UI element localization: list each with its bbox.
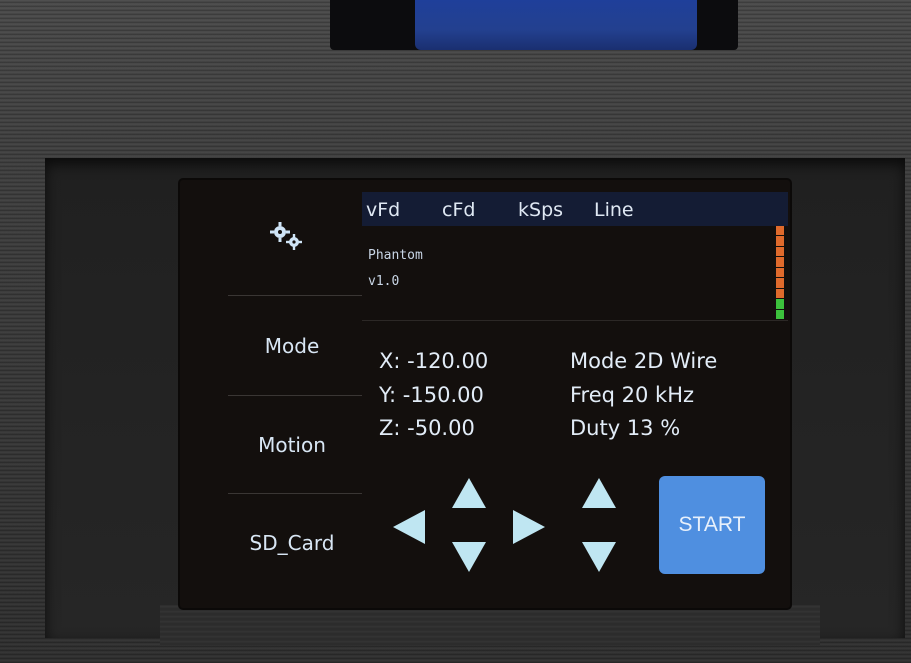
bezel-lower-ledge xyxy=(160,605,820,645)
y-position: Y: -150.00 xyxy=(379,383,484,407)
gears-icon[interactable] xyxy=(268,220,308,254)
sidebar: Mode Motion SD_Card xyxy=(180,180,362,608)
sidebar-item-label: SD_Card xyxy=(249,531,335,555)
sidebar-item-motion[interactable]: Motion xyxy=(222,396,362,494)
status-divider xyxy=(362,320,788,321)
frequency-readout: Freq 20 kHz xyxy=(570,383,695,407)
tab-ksps[interactable]: kSps xyxy=(518,199,563,221)
duty-readout: Duty 13 % xyxy=(570,416,681,440)
tab-vfd[interactable]: vFd xyxy=(366,199,400,221)
sidebar-item-label: Motion xyxy=(258,433,326,457)
x-position: X: -120.00 xyxy=(379,349,489,373)
z-down-arrow-icon[interactable] xyxy=(580,540,618,574)
mode-readout: Mode 2D Wire xyxy=(570,349,718,373)
lcd-screen: Mode Motion SD_Card vFd cFd kSps Line Ph… xyxy=(180,180,790,608)
header-bar: vFd cFd kSps Line xyxy=(362,192,788,226)
right-arrow-icon[interactable] xyxy=(511,508,547,546)
sidebar-item-label: Mode xyxy=(264,334,320,358)
device-name: Phantom xyxy=(368,248,423,263)
sidebar-item-mode[interactable]: Mode xyxy=(222,297,362,395)
firmware-version: v1.0 xyxy=(368,274,400,289)
down-arrow-icon[interactable] xyxy=(450,540,488,574)
sidebar-divider xyxy=(228,295,362,296)
sidebar-item-sd-card[interactable]: SD_Card xyxy=(222,494,362,592)
start-button[interactable]: START xyxy=(659,476,765,574)
z-up-arrow-icon[interactable] xyxy=(580,476,618,510)
left-arrow-icon[interactable] xyxy=(391,508,427,546)
top-connector xyxy=(415,0,697,50)
signal-level-meter xyxy=(776,226,784,320)
tab-cfd[interactable]: cFd xyxy=(442,199,475,221)
tab-line[interactable]: Line xyxy=(594,199,634,221)
z-position: Z: -50.00 xyxy=(379,416,475,440)
up-arrow-icon[interactable] xyxy=(450,476,488,510)
